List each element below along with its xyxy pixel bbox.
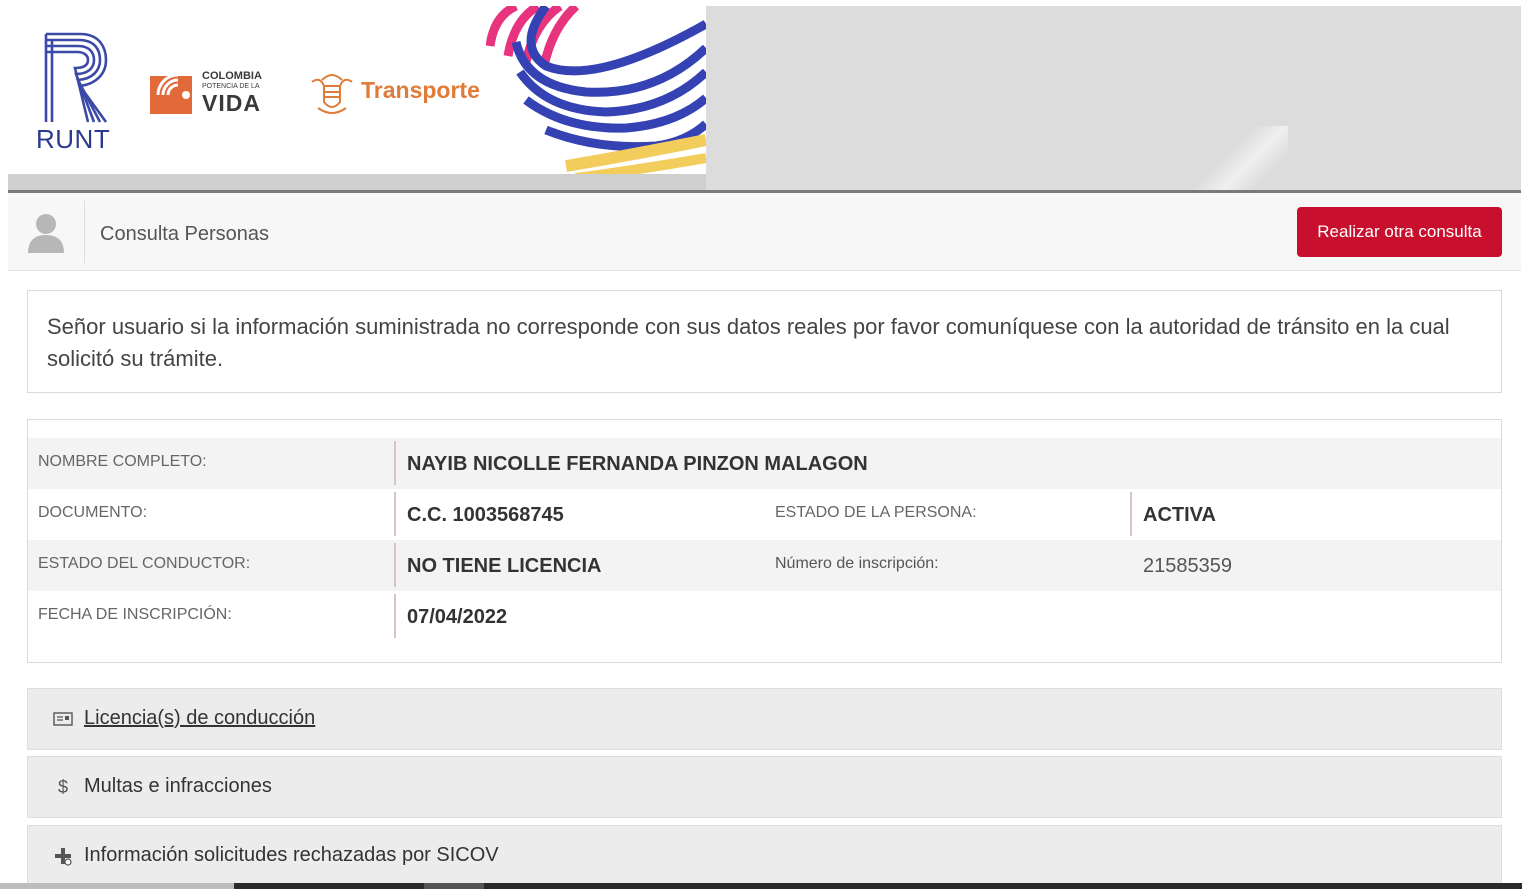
numero-inscripcion-value: 21585359 bbox=[1143, 555, 1232, 577]
id-card-icon bbox=[53, 712, 73, 726]
info-row-nombre: NOMBRE COMPLETO: NAYIB NICOLLE FERNANDA … bbox=[28, 438, 1501, 489]
scrollbar-thumb[interactable] bbox=[424, 883, 484, 889]
cell-divider bbox=[1130, 492, 1132, 536]
person-info-table: NOMBRE COMPLETO: NAYIB NICOLLE FERNANDA … bbox=[27, 419, 1502, 663]
cell-divider bbox=[394, 594, 396, 638]
new-query-button[interactable]: Realizar otra consulta bbox=[1297, 207, 1502, 257]
cell-divider bbox=[394, 492, 396, 536]
cell-divider bbox=[394, 543, 396, 587]
page-title: Consulta Personas bbox=[100, 223, 269, 245]
header-banner: RUNT COLOMBIA POTENCIA DE LA VIDA Transp… bbox=[8, 6, 1521, 190]
info-row-fecha: FECHA DE INSCRIPCIÓN: 07/04/2022 bbox=[28, 591, 1501, 642]
scrollbar-segment bbox=[0, 883, 234, 889]
numero-inscripcion-label: Número de inscripción: bbox=[775, 555, 939, 572]
cell-divider bbox=[394, 441, 396, 485]
flag-swoosh-art bbox=[486, 6, 706, 174]
user-notice: Señor usuario si la información suminist… bbox=[27, 290, 1502, 393]
estado-conductor-label: ESTADO DEL CONDUCTOR: bbox=[38, 555, 251, 572]
section-multas-label[interactable]: Multas e infracciones bbox=[84, 775, 272, 798]
fecha-inscripcion-value: 07/04/2022 bbox=[407, 606, 508, 628]
section-licencias[interactable]: Licencia(s) de conducción bbox=[27, 688, 1502, 750]
transporte-text: Transporte bbox=[361, 77, 480, 103]
estado-persona-value: ACTIVA bbox=[1143, 504, 1216, 526]
colombia-text: COLOMBIA bbox=[202, 70, 262, 82]
user-silhouette-icon bbox=[28, 214, 64, 253]
dollar-icon: $ bbox=[57, 777, 68, 797]
banner-decoration bbox=[1188, 126, 1288, 190]
section-multas[interactable]: $ Multas e infracciones bbox=[27, 756, 1502, 818]
page-header: Consulta Personas Realizar otra consulta bbox=[8, 193, 1521, 271]
header-divider bbox=[84, 201, 85, 263]
section-sicov[interactable]: Información solicitudes rechazadas por S… bbox=[27, 825, 1502, 887]
estado-conductor-value: NO TIENE LICENCIA bbox=[407, 555, 602, 577]
nombre-value: NAYIB NICOLLE FERNANDA PINZON MALAGON bbox=[407, 453, 868, 475]
nombre-label: NOMBRE COMPLETO: bbox=[38, 453, 207, 470]
vida-text: VIDA bbox=[202, 90, 261, 116]
banner-strip bbox=[8, 174, 706, 190]
info-row-documento: DOCUMENTO: C.C. 1003568745 ESTADO DE LA … bbox=[28, 489, 1501, 540]
runt-logo-text: RUNT bbox=[36, 124, 111, 154]
info-row-conductor: ESTADO DEL CONDUCTOR: NO TIENE LICENCIA … bbox=[28, 540, 1501, 591]
coat-of-arms-icon bbox=[311, 74, 353, 114]
documento-label: DOCUMENTO: bbox=[38, 504, 148, 521]
fecha-inscripcion-label: FECHA DE INSCRIPCIÓN: bbox=[38, 606, 232, 623]
estado-persona-label: ESTADO DE LA PERSONA: bbox=[775, 504, 977, 521]
medical-cross-icon bbox=[55, 848, 72, 866]
section-licencias-link[interactable]: Licencia(s) de conducción bbox=[84, 707, 315, 730]
potencia-text: POTENCIA DE LA bbox=[202, 83, 260, 90]
section-sicov-label[interactable]: Información solicitudes rechazadas por S… bbox=[84, 844, 499, 867]
documento-value: C.C. 1003568745 bbox=[407, 504, 564, 526]
